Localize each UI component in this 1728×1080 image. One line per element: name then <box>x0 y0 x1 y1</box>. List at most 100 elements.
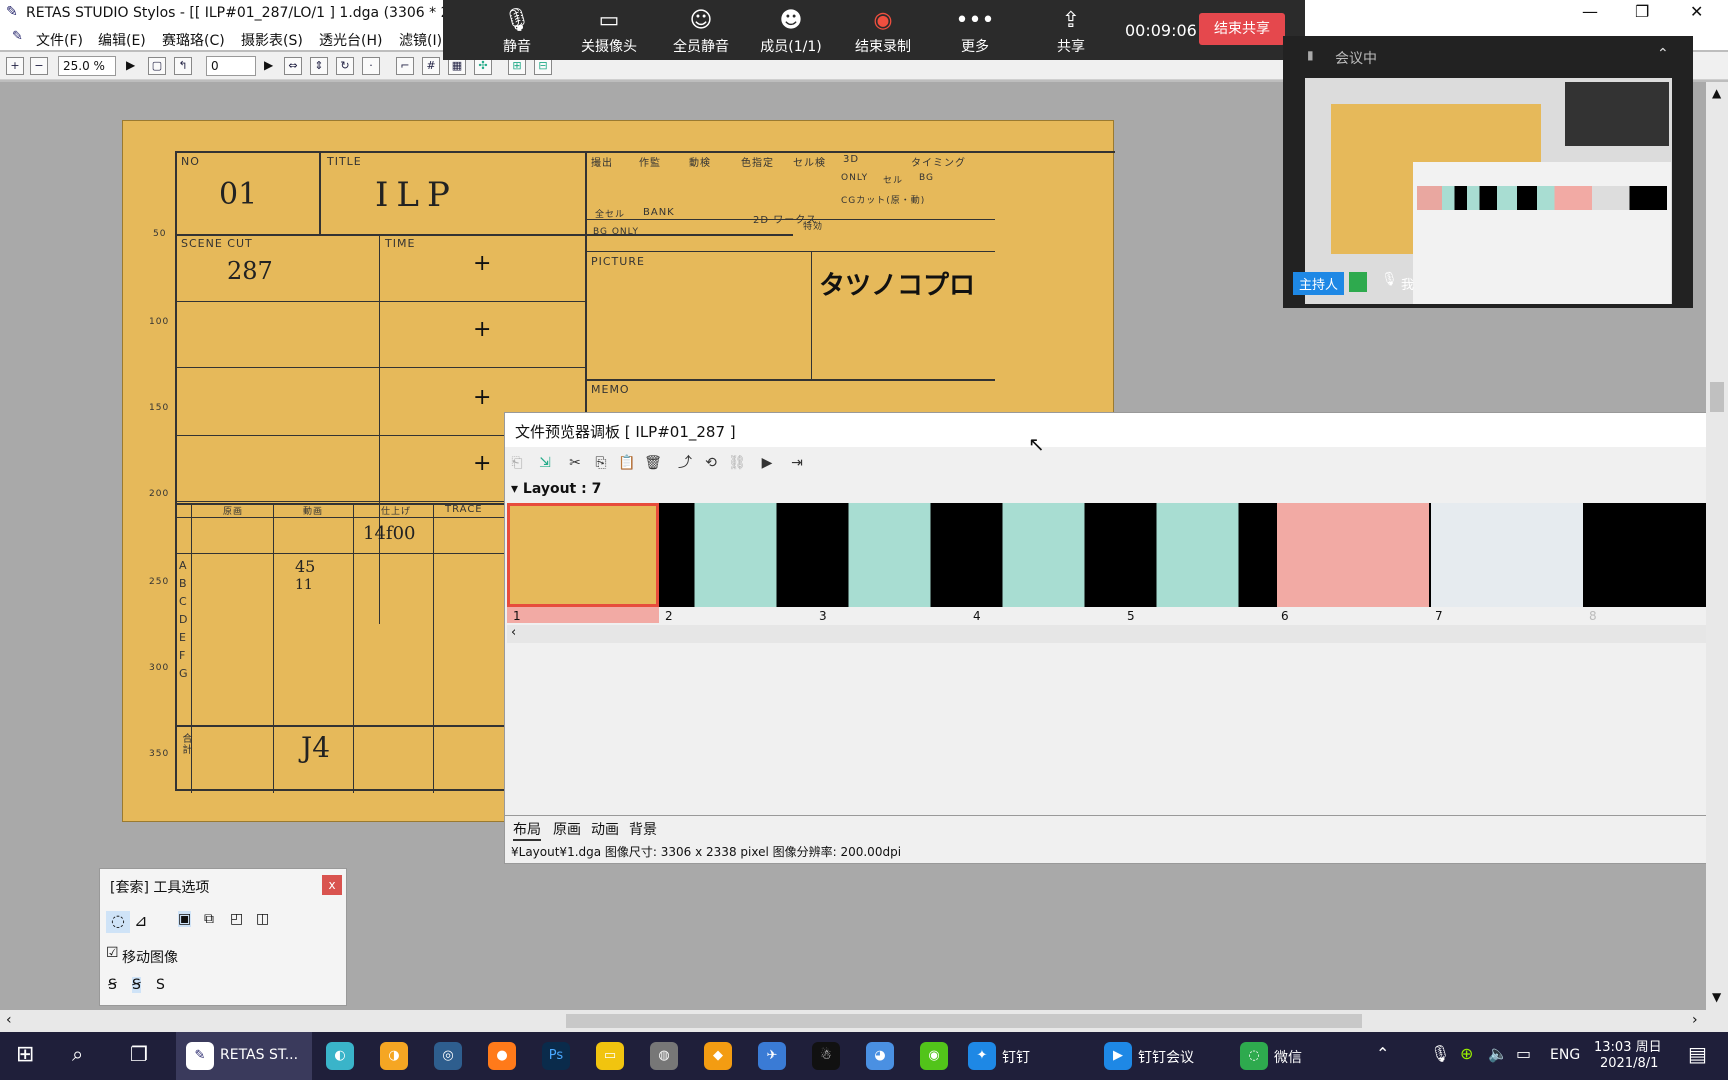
tab-layout[interactable]: 布局 <box>513 819 541 841</box>
thumbnail[interactable] <box>507 503 659 607</box>
thumbnail[interactable] <box>1123 503 1275 607</box>
search-icon[interactable]: ⌕ <box>72 1042 83 1066</box>
fit-height-icon[interactable]: ⇕ <box>310 57 328 75</box>
share-button[interactable]: ⇪ 共享 <box>1031 6 1111 56</box>
thumbnail[interactable] <box>815 503 967 607</box>
taskbar-app-dingtalk[interactable]: ✦ 钉钉 <box>966 1032 1066 1080</box>
network-icon[interactable]: ▭ <box>1516 1044 1531 1063</box>
language-indicator[interactable]: ENG <box>1550 1047 1580 1063</box>
horizontal-scroll-thumb[interactable] <box>566 1014 1362 1028</box>
menu-edit[interactable]: 编辑(E) <box>98 30 146 50</box>
app-icon[interactable]: ◆ <box>704 1042 732 1070</box>
delete-icon[interactable]: 🗑 <box>643 453 663 473</box>
restore-button[interactable]: ❐ <box>1635 2 1649 21</box>
add-selection-icon[interactable]: ⧉ <box>204 911 214 927</box>
frame-field[interactable]: 0 <box>206 56 256 76</box>
volume-icon[interactable]: 🔈 <box>1488 1044 1508 1063</box>
menu-filter[interactable]: 滤镜(I) <box>399 30 442 50</box>
qq-icon[interactable]: ☃ <box>812 1042 840 1070</box>
tray-app-icon[interactable]: ⊕ <box>1460 1044 1473 1063</box>
lasso-icon[interactable]: ◌ <box>106 911 130 933</box>
sync-icon[interactable]: ⟲ <box>701 453 721 473</box>
center-icon[interactable]: · <box>362 57 380 75</box>
ruler-icon[interactable]: ⌐ <box>396 57 414 75</box>
page-icon[interactable]: ▢ <box>148 57 166 75</box>
antialias-icon[interactable]: Ꞩ <box>132 977 141 993</box>
play-icon[interactable]: ▶ <box>126 58 135 72</box>
scroll-right-icon[interactable]: › <box>1692 1012 1698 1028</box>
app-icon[interactable]: ◑ <box>380 1042 408 1070</box>
grid-icon[interactable]: # <box>422 57 440 75</box>
link-icon[interactable]: ⛓ <box>727 453 747 473</box>
app-icon[interactable]: ◉ <box>920 1042 948 1070</box>
browser-icon[interactable]: ◐ <box>326 1042 354 1070</box>
end-share-button[interactable]: 结束共享 <box>1199 13 1285 45</box>
notification-icon[interactable]: ▤ <box>1688 1042 1707 1066</box>
app-icon[interactable]: ◍ <box>650 1042 678 1070</box>
tab-douga[interactable]: 动画 <box>591 819 619 839</box>
export-icon[interactable]: ⤴ <box>675 453 695 473</box>
minimize-button[interactable]: — <box>1582 2 1598 21</box>
scroll-left-icon[interactable]: ‹ <box>511 625 516 640</box>
polygon-lasso-icon[interactable]: ⊿ <box>134 911 147 930</box>
app-icon[interactable]: ◕ <box>866 1042 894 1070</box>
shared-screen-preview[interactable] <box>1305 78 1672 304</box>
thumbnail[interactable] <box>969 503 1121 607</box>
steam-icon[interactable]: ◎ <box>434 1042 462 1070</box>
horizontal-scrollbar[interactable]: ‹ › <box>0 1010 1728 1032</box>
windows-start-icon[interactable]: ⊞ <box>16 1042 34 1067</box>
paste-icon[interactable]: 📋 <box>617 453 637 473</box>
import-icon[interactable]: ⇲ <box>535 453 555 473</box>
zoom-out-icon[interactable]: − <box>30 57 48 75</box>
new-selection-icon[interactable]: ▣ <box>178 911 192 927</box>
close-button[interactable]: ✕ <box>1690 2 1703 21</box>
photoshop-icon[interactable]: Ps <box>542 1042 570 1070</box>
flip-icon[interactable]: ↻ <box>336 57 354 75</box>
cut-icon[interactable]: ✂ <box>565 453 585 473</box>
menu-file[interactable]: 文件(F) <box>36 30 83 50</box>
mute-all-button[interactable]: ☺ 全员静音 <box>661 6 741 56</box>
close-icon[interactable]: x <box>322 875 342 895</box>
tray-expand-icon[interactable]: ⌃ <box>1376 1044 1389 1063</box>
stop-recording-button[interactable]: ◉ 结束录制 <box>843 6 923 56</box>
camera-off-button[interactable]: ▭ 关摄像头 <box>569 6 649 56</box>
taskbar-app-dingtalk-meeting[interactable]: ▶ 钉钉会议 <box>1102 1032 1222 1080</box>
thumbnail[interactable] <box>661 503 813 607</box>
zoom-in-icon[interactable]: + <box>6 57 24 75</box>
tab-genga[interactable]: 原画 <box>553 819 581 839</box>
scroll-up-icon[interactable]: ▲ <box>1712 86 1721 100</box>
fit-width-icon[interactable]: ⇔ <box>284 57 302 75</box>
scroll-left-icon[interactable]: ‹ <box>6 1012 12 1028</box>
app-icon[interactable]: ✈ <box>758 1042 786 1070</box>
folder-icon[interactable]: ▭ <box>596 1042 624 1070</box>
menu-cel[interactable]: 赛璐珞(C) <box>162 30 225 50</box>
next-icon[interactable]: ▶ <box>264 58 273 72</box>
taskbar-app-retas[interactable]: ✎ RETAS ST... <box>176 1032 312 1080</box>
menu-lightbox[interactable]: 透光台(H) <box>319 30 382 50</box>
vertical-scrollbar[interactable]: ▲ ▼ <box>1706 82 1728 1010</box>
zoom-field[interactable]: 25.0 % <box>58 56 116 76</box>
vertical-scroll-thumb[interactable] <box>1710 382 1724 412</box>
members-button[interactable]: ☻ 成员(1/1) <box>751 6 831 56</box>
mic-icon[interactable]: 🎙 <box>1430 1044 1450 1063</box>
mute-button[interactable]: 🎙 静音 <box>477 6 557 56</box>
scroll-down-icon[interactable]: ▼ <box>1712 990 1721 1004</box>
rotate-icon[interactable]: ↰ <box>174 57 192 75</box>
thumbnail[interactable] <box>1277 503 1429 607</box>
skip-end-icon[interactable]: ⇥ <box>787 453 807 473</box>
menu-xsheet[interactable]: 摄影表(S) <box>241 30 303 50</box>
antialias-strong-icon[interactable]: S <box>156 977 165 993</box>
thumbnail[interactable] <box>1431 503 1583 607</box>
play-icon[interactable]: ▶ <box>757 453 777 473</box>
intersect-selection-icon[interactable]: ◫ <box>256 911 269 927</box>
taskbar-app-wechat[interactable]: ◌ 微信 <box>1238 1032 1338 1080</box>
collapse-icon[interactable]: ⌃ <box>1657 46 1669 62</box>
browser-hscroll[interactable]: ‹ <box>507 625 1727 643</box>
copy-icon[interactable]: ⎘ <box>591 453 611 473</box>
new-icon[interactable]: ⎗ <box>507 453 527 473</box>
move-image-checkbox[interactable]: ☑ <box>106 945 119 961</box>
tab-background[interactable]: 背景 <box>629 819 657 839</box>
antialias-off-icon[interactable]: Ꞩ <box>108 977 117 993</box>
more-button[interactable]: ••• 更多 <box>935 6 1015 56</box>
subtract-selection-icon[interactable]: ◰ <box>230 911 243 927</box>
